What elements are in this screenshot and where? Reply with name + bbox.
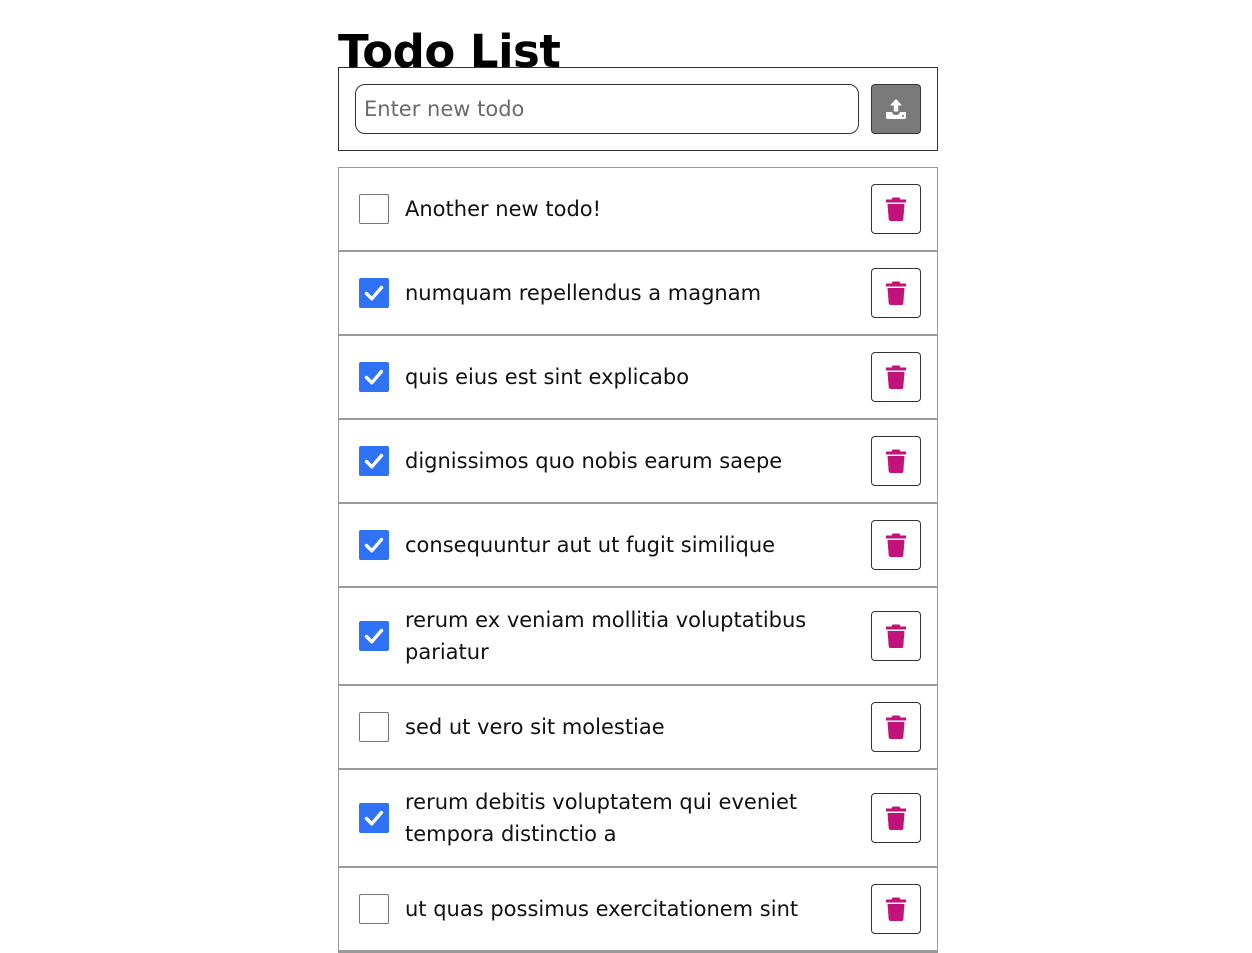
new-todo-input[interactable] xyxy=(355,84,859,134)
todo-text: ut quas possimus exercitationem sint xyxy=(405,897,799,921)
delete-todo-button[interactable] xyxy=(871,793,921,843)
todo-text: Another new todo! xyxy=(405,197,602,221)
todo-app: Todo List Another new todo! xyxy=(338,0,938,953)
todo-checkbox[interactable] xyxy=(359,194,389,224)
todo-list: Another new todo! numquam repellendus a … xyxy=(338,167,938,953)
todo-item: rerum ex veniam mollitia voluptatibus pa… xyxy=(339,588,937,686)
todo-item: quis eius est sint explicabo xyxy=(339,336,937,420)
add-todo-button[interactable] xyxy=(871,84,921,134)
todo-text: dignissimos quo nobis earum saepe xyxy=(405,449,783,473)
delete-todo-button[interactable] xyxy=(871,436,921,486)
delete-todo-button[interactable] xyxy=(871,352,921,402)
delete-todo-button[interactable] xyxy=(871,184,921,234)
trash-icon xyxy=(886,281,906,305)
todo-text: quis eius est sint explicabo xyxy=(405,365,690,389)
page-title: Todo List xyxy=(338,25,561,78)
todo-item: Another new todo! xyxy=(339,168,937,252)
checkmark-icon xyxy=(364,453,384,469)
checkmark-icon xyxy=(364,369,384,385)
trash-icon xyxy=(886,897,906,921)
checkmark-icon xyxy=(364,537,384,553)
todo-text: consequuntur aut ut fugit similique xyxy=(405,533,776,557)
trash-icon xyxy=(886,365,906,389)
upload-icon xyxy=(886,99,906,119)
checkmark-icon xyxy=(364,628,384,644)
todo-text: sed ut vero sit molestiae xyxy=(405,715,665,739)
todo-text: rerum ex veniam mollitia voluptatibus pa… xyxy=(405,608,807,664)
delete-todo-button[interactable] xyxy=(871,268,921,318)
todo-item: consequuntur aut ut fugit similique xyxy=(339,504,937,588)
todo-checkbox[interactable] xyxy=(359,621,389,651)
trash-icon xyxy=(886,624,906,648)
trash-icon xyxy=(886,806,906,830)
todo-item: ut quas possimus exercitationem sint xyxy=(339,868,937,952)
delete-todo-button[interactable] xyxy=(871,611,921,661)
new-todo-form xyxy=(338,67,938,151)
todo-checkbox[interactable] xyxy=(359,446,389,476)
trash-icon xyxy=(886,533,906,557)
todo-item: dignissimos quo nobis earum saepe xyxy=(339,420,937,504)
todo-item: numquam repellendus a magnam xyxy=(339,252,937,336)
todo-text: numquam repellendus a magnam xyxy=(405,281,762,305)
todo-checkbox[interactable] xyxy=(359,530,389,560)
todo-item: sed ut vero sit molestiae xyxy=(339,686,937,770)
delete-todo-button[interactable] xyxy=(871,520,921,570)
todo-checkbox[interactable] xyxy=(359,362,389,392)
checkmark-icon xyxy=(364,285,384,301)
trash-icon xyxy=(886,449,906,473)
delete-todo-button[interactable] xyxy=(871,702,921,752)
delete-todo-button[interactable] xyxy=(871,884,921,934)
todo-text: rerum debitis voluptatem qui eveniet tem… xyxy=(405,790,798,846)
trash-icon xyxy=(886,715,906,739)
todo-checkbox[interactable] xyxy=(359,894,389,924)
todo-item: rerum debitis voluptatem qui eveniet tem… xyxy=(339,770,937,868)
todo-checkbox[interactable] xyxy=(359,278,389,308)
todo-checkbox[interactable] xyxy=(359,712,389,742)
checkmark-icon xyxy=(364,810,384,826)
trash-icon xyxy=(886,197,906,221)
todo-checkbox[interactable] xyxy=(359,803,389,833)
